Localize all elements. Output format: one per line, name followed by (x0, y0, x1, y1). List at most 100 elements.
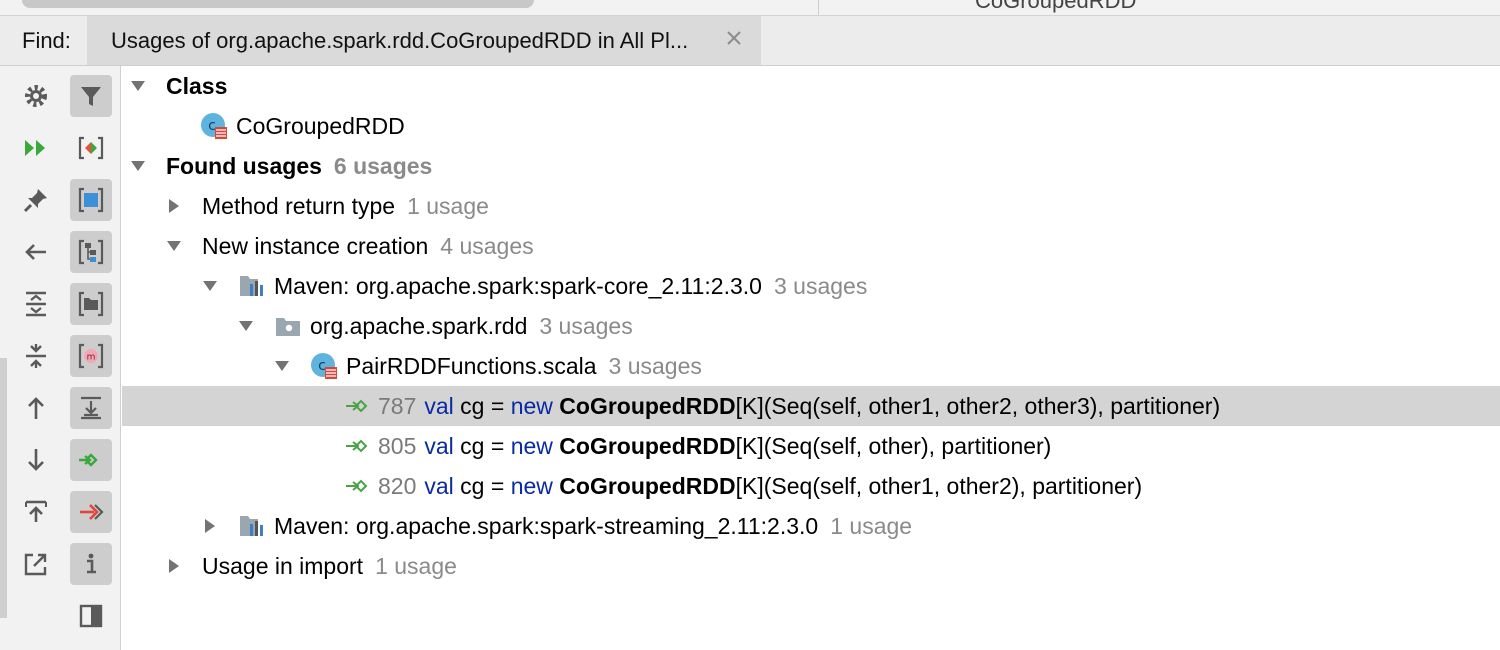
class-header-label: Class (166, 72, 228, 99)
file-count: 3 usages (608, 352, 702, 379)
editor-top-strip: CoGroupedRDD (0, 0, 1500, 16)
svg-text:c: c (318, 358, 326, 374)
tree-node-method-return-type[interactable]: Method return type 1 usage (122, 186, 1500, 226)
collapse-all-icon[interactable] (15, 335, 57, 377)
method-return-label: Method return type (202, 192, 396, 219)
package-count: 3 usages (539, 312, 633, 339)
group-by-method-icon[interactable]: m (70, 335, 112, 377)
usage-class-name: CoGroupedRDD (559, 392, 736, 419)
usage-rest: [K](Seq(self, other1, other2, other3), p… (735, 392, 1221, 419)
usage-line-number: 820 (378, 472, 417, 499)
tree-node-found-usages[interactable]: Found usages 6 usages (122, 146, 1500, 186)
usage-class-name: CoGroupedRDD (559, 472, 736, 499)
tree-node-maven-spark-core[interactable]: Maven: org.apache.spark:spark-core_2.11:… (122, 266, 1500, 306)
usage-var: cg = (460, 472, 505, 499)
previous-occurrence-icon[interactable] (15, 387, 57, 429)
find-label: Find: (22, 28, 71, 53)
expanded-arrow-icon[interactable] (166, 238, 182, 254)
maven-streaming-label: Maven: org.apache.spark:spark-streaming_… (274, 512, 819, 539)
horizontal-scrollbar[interactable] (22, 0, 534, 8)
usage-row-805[interactable]: 805 val cg = new CoGroupedRDD [K](Seq(sel… (122, 426, 1500, 466)
library-icon (240, 516, 263, 536)
library-icon (240, 276, 263, 296)
pin-icon[interactable] (15, 179, 57, 221)
expanded-arrow-icon[interactable] (238, 318, 254, 334)
group-by-module-icon[interactable] (70, 179, 112, 221)
found-usages-label: Found usages (166, 152, 322, 179)
collapsed-arrow-icon[interactable] (166, 198, 182, 214)
collapsed-arrow-icon[interactable] (202, 518, 218, 534)
expanded-arrow-icon[interactable] (130, 78, 146, 94)
usage-row-820[interactable]: 820 val cg = new CoGroupedRDD [K](Seq(sel… (122, 466, 1500, 506)
tree-node-package[interactable]: org.apache.spark.rdd 3 usages (122, 306, 1500, 346)
open-in-editor-icon[interactable] (15, 543, 57, 585)
tree-node-new-instance-creation[interactable]: New instance creation 4 usages (122, 226, 1500, 266)
keyword-new: new (510, 432, 553, 459)
scala-class-icon: c (201, 113, 227, 139)
tree-node-file[interactable]: c PairRDDFunctions.scala 3 usages (122, 346, 1500, 386)
autoscroll-icon[interactable] (70, 387, 112, 429)
usage-line-number: 805 (378, 432, 417, 459)
keyword-val: val (424, 472, 454, 499)
usage-class-name: CoGroupedRDD (559, 432, 736, 459)
keyword-new: new (510, 392, 553, 419)
keyword-val: val (424, 432, 454, 459)
show-write-access-icon[interactable] (70, 491, 112, 533)
show-read-access-icon[interactable] (70, 439, 112, 481)
group-by-directory-icon[interactable] (70, 283, 112, 325)
usage-read-icon (346, 399, 368, 413)
usage-import-label: Usage in import (202, 552, 364, 579)
method-return-count: 1 usage (407, 192, 489, 219)
next-occurrence-icon[interactable] (15, 439, 57, 481)
tree-node-class[interactable]: Class (122, 66, 1500, 106)
tree-node-usage-in-import[interactable]: Usage in import 1 usage (122, 546, 1500, 586)
svg-text:m: m (87, 353, 96, 363)
collapsed-arrow-icon[interactable] (166, 558, 182, 574)
maven-streaming-count: 1 usage (830, 512, 913, 539)
usage-import-count: 1 usage (375, 552, 457, 579)
editor-peek-text: CoGroupedRDD (975, 0, 1137, 13)
usages-tree: Class c CoGroupedRDD Found usages 6 usag… (122, 66, 1500, 650)
new-instance-count: 4 usages (440, 232, 534, 259)
usage-line-number: 787 (378, 392, 417, 419)
usage-var: cg = (460, 392, 505, 419)
merge-duplicates-icon[interactable] (70, 127, 112, 169)
maven-core-label: Maven: org.apache.spark:spark-core_2.11:… (274, 272, 762, 299)
editor-divider (818, 0, 819, 15)
find-toolbar: m (0, 66, 121, 650)
find-tool-header: Find: Usages of org.apache.spark.rdd.CoG… (0, 16, 1500, 66)
preview-panel-icon[interactable] (70, 595, 112, 637)
gear-icon[interactable] (15, 75, 57, 117)
expanded-arrow-icon[interactable] (202, 278, 218, 294)
keyword-val: val (424, 392, 454, 419)
keyword-new: new (510, 472, 553, 499)
export-icon[interactable] (15, 491, 57, 533)
find-results-tab[interactable]: Usages of org.apache.spark.rdd.CoGrouped… (87, 16, 761, 65)
usage-read-icon (346, 479, 368, 493)
svg-text:c: c (208, 118, 216, 134)
filter-icon[interactable] (70, 75, 112, 117)
expand-all-icon[interactable] (15, 283, 57, 325)
package-label: org.apache.spark.rdd (310, 312, 528, 339)
back-arrow-icon[interactable] (15, 231, 57, 273)
close-icon[interactable] (723, 27, 745, 49)
scala-file-icon: c (311, 353, 337, 379)
info-icon[interactable] (70, 543, 112, 585)
usage-read-icon (346, 439, 368, 453)
rerun-icon[interactable] (15, 127, 57, 169)
usage-rest: [K](Seq(self, other), partitioner) (735, 432, 1052, 459)
expanded-arrow-icon[interactable] (130, 158, 146, 174)
maven-core-count: 3 usages (773, 272, 868, 299)
usage-var: cg = (460, 432, 505, 459)
new-instance-label: New instance creation (202, 232, 429, 259)
tree-node-class-item[interactable]: c CoGroupedRDD (122, 106, 1500, 146)
usage-rest: [K](Seq(self, other1, other2), partition… (735, 472, 1143, 499)
found-usages-count: 6 usages (333, 152, 433, 179)
class-item-label: CoGroupedRDD (236, 112, 405, 139)
group-by-package-icon[interactable] (70, 231, 112, 273)
package-folder-icon (276, 318, 300, 336)
expanded-arrow-icon[interactable] (274, 358, 290, 374)
usage-row-787[interactable]: 787 val cg = new CoGroupedRDD [K](Seq(sel… (122, 386, 1500, 426)
toolbar-edge (0, 358, 7, 618)
tree-node-maven-spark-streaming[interactable]: Maven: org.apache.spark:spark-streaming_… (122, 506, 1500, 546)
